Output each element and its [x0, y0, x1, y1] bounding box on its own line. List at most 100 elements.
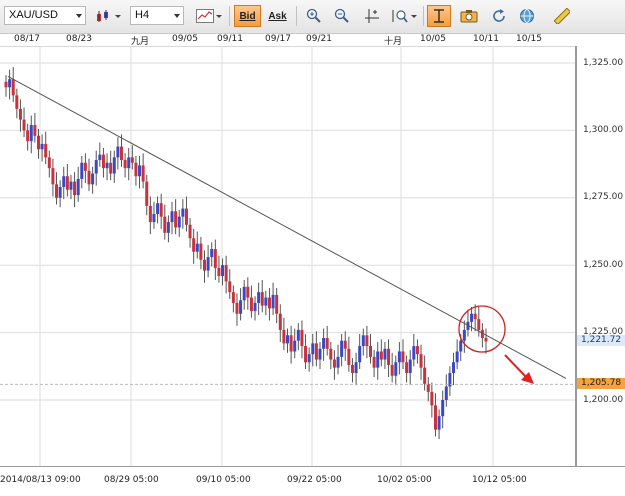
candle-body [444, 386, 448, 400]
candle-body [459, 340, 463, 352]
candle-body [267, 297, 271, 309]
candle-body [40, 143, 44, 150]
candle-body [282, 329, 286, 344]
candle-body [246, 286, 250, 298]
candle-body [26, 130, 30, 142]
time-axis: 2014/08/13 09:00 08/29 05:00 09/10 05:00… [0, 466, 625, 496]
ask-price-tag: 1,205.78 [577, 378, 625, 389]
candle-body [275, 294, 279, 314]
candle-body [195, 243, 199, 252]
candle-body [470, 313, 474, 322]
candle-body [69, 181, 73, 190]
candle-body [141, 165, 145, 182]
candle-body [73, 181, 77, 196]
candle-body [105, 162, 109, 169]
candle-body [83, 162, 87, 171]
price-tick-label: 1,300.00 [583, 125, 624, 135]
candle-body [76, 178, 80, 196]
candle-body [271, 294, 275, 309]
candle-body [4, 81, 8, 88]
candle-body [300, 329, 304, 347]
candle-body [257, 292, 261, 303]
candle-body [390, 364, 394, 376]
candle-body [452, 362, 456, 374]
candle-body [123, 160, 127, 169]
candle-body [174, 211, 178, 228]
candle-body [181, 208, 185, 217]
candle-body [253, 302, 257, 312]
candle-body [278, 313, 282, 330]
candle-body [332, 359, 336, 368]
candle-body [163, 216, 167, 233]
candle-body [51, 168, 55, 185]
trendline [7, 76, 567, 379]
candle-body [343, 340, 347, 349]
candle-body [419, 354, 423, 368]
candle-body [202, 259, 206, 271]
candle-body [372, 356, 376, 368]
candle-body [192, 238, 196, 252]
candle-body [91, 173, 95, 185]
candle-body [394, 362, 398, 376]
candle-body [264, 297, 268, 306]
candle-body [239, 300, 243, 314]
candle-body [62, 176, 66, 188]
candle-body [242, 286, 246, 301]
candle-body [228, 281, 232, 293]
candle-body [44, 143, 48, 158]
time-tick-label: 10/02 05:00 [377, 475, 432, 485]
candle-body [412, 346, 416, 360]
candle-body [484, 337, 488, 342]
candle-body [22, 119, 26, 131]
candle-body [379, 351, 383, 360]
candle-body [33, 125, 37, 136]
candle-body [134, 162, 138, 177]
candle-body [358, 346, 362, 363]
candle-body [311, 343, 315, 355]
candle-body [112, 157, 116, 174]
time-tick-label: 10/12 05:00 [472, 475, 527, 485]
time-tick-label: 08/29 05:00 [104, 475, 159, 485]
candle-body [11, 79, 15, 96]
candle-body [184, 208, 188, 225]
candle-body [87, 170, 91, 185]
candle-body [350, 364, 354, 374]
candle-body [304, 346, 308, 363]
candle-body [462, 329, 466, 341]
candle-body [325, 337, 329, 349]
candle-body [156, 203, 160, 214]
candle-body [354, 362, 358, 374]
candle-body [473, 313, 477, 320]
candle-body [365, 335, 369, 347]
candle-body [152, 213, 156, 223]
candle-body [127, 157, 131, 169]
candle-body [401, 351, 405, 363]
annotation-arrow-shaft [504, 354, 528, 379]
price-tick-label: 1,200.00 [583, 395, 624, 405]
candle-body [213, 249, 217, 268]
price-chart-canvas[interactable] [0, 0, 576, 466]
candle-body [289, 335, 293, 352]
candle-body [430, 391, 434, 406]
price-tick-label: 1,250.00 [583, 260, 624, 270]
candle-body [477, 319, 481, 330]
candle-body [224, 265, 228, 282]
candle-body [58, 187, 62, 198]
bid-price-tag: 1,221.72 [577, 335, 625, 346]
price-tick-label: 1,275.00 [583, 192, 624, 202]
candle-body [130, 157, 134, 163]
candle-body [249, 297, 253, 312]
candle-body [101, 154, 105, 169]
candle-body [47, 157, 51, 169]
time-tick-label: 09/10 05:00 [196, 475, 251, 485]
candle-body [336, 356, 340, 368]
candle-body [36, 135, 40, 150]
candle-body [322, 337, 326, 349]
candle-body [318, 348, 322, 360]
candle-body [397, 351, 401, 363]
candle-body [210, 249, 214, 258]
candle-body [109, 162, 113, 174]
candle-body [206, 257, 210, 271]
candle-body [433, 405, 437, 430]
candle-body [80, 162, 84, 179]
